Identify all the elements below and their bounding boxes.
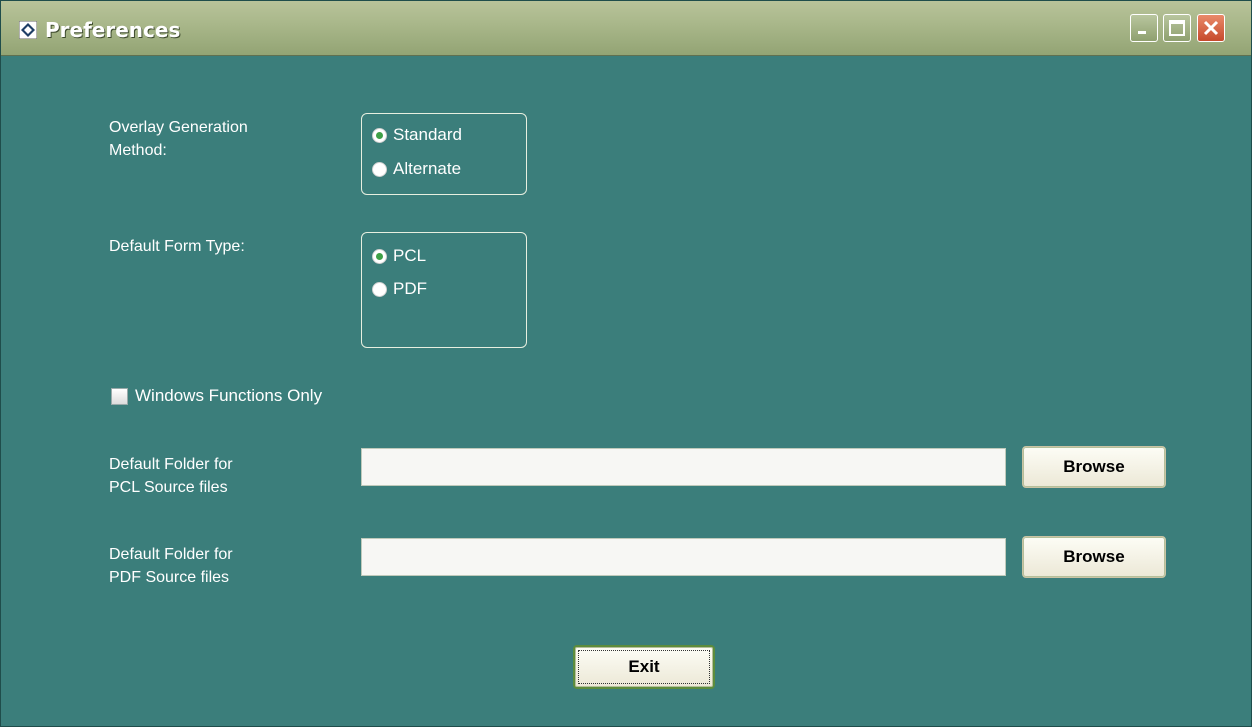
overlay-label-line1: Overlay Generation xyxy=(109,119,248,136)
overlay-label-line2: Method: xyxy=(109,142,167,159)
pdf-folder-label-line2: PDF Source files xyxy=(109,569,230,586)
radio-pcl-label: PCL xyxy=(393,246,427,265)
pcl-browse-button[interactable]: Browse xyxy=(1022,446,1166,488)
window-title: Preferences xyxy=(45,18,181,42)
form-type-label: Default Form Type: xyxy=(109,238,245,255)
maximize-icon xyxy=(1169,20,1185,36)
radio-standard-label: Standard xyxy=(393,125,462,144)
radio-pdf[interactable]: PDF xyxy=(372,279,427,299)
pdf-folder-label: Default Folder for PDF Source files xyxy=(109,543,233,589)
pdf-browse-button[interactable]: Browse xyxy=(1022,536,1166,578)
windows-functions-box[interactable] xyxy=(111,387,128,405)
title-bar[interactable]: Preferences xyxy=(1,1,1251,56)
overlay-method-group: Standard Alternate xyxy=(361,113,527,195)
close-icon xyxy=(1203,20,1219,36)
maximize-button[interactable] xyxy=(1163,14,1191,42)
radio-alternate-label: Alternate xyxy=(393,159,462,178)
pcl-folder-label-line1: Default Folder for xyxy=(109,456,233,473)
minimize-icon xyxy=(1138,31,1146,34)
overlay-method-label: Overlay Generation Method: xyxy=(109,116,248,162)
radio-standard[interactable]: Standard xyxy=(372,125,462,145)
radio-pcl[interactable]: PCL xyxy=(372,246,426,266)
form-type-group: PCL PDF xyxy=(361,232,527,348)
radio-standard-dot[interactable] xyxy=(372,127,387,143)
minimize-button[interactable] xyxy=(1130,14,1158,42)
radio-alternate[interactable]: Alternate xyxy=(372,159,461,179)
radio-pdf-dot[interactable] xyxy=(372,281,387,297)
radio-alternate-dot[interactable] xyxy=(372,161,387,177)
pdf-folder-input[interactable] xyxy=(361,538,1006,576)
close-button[interactable] xyxy=(1197,14,1225,42)
preferences-window: Preferences Overlay Generation Method: S xyxy=(0,0,1252,727)
exit-button[interactable]: Exit xyxy=(573,645,715,689)
pcl-folder-input[interactable] xyxy=(361,448,1006,486)
pcl-folder-label: Default Folder for PCL Source files xyxy=(109,453,233,499)
radio-pdf-label: PDF xyxy=(393,279,427,298)
app-icon xyxy=(19,21,37,39)
windows-functions-label: Windows Functions Only xyxy=(135,386,323,405)
pcl-folder-label-line2: PCL Source files xyxy=(109,479,228,496)
windows-functions-checkbox[interactable]: Windows Functions Only xyxy=(111,386,322,406)
radio-pcl-dot[interactable] xyxy=(372,248,387,264)
pdf-folder-label-line1: Default Folder for xyxy=(109,546,233,563)
